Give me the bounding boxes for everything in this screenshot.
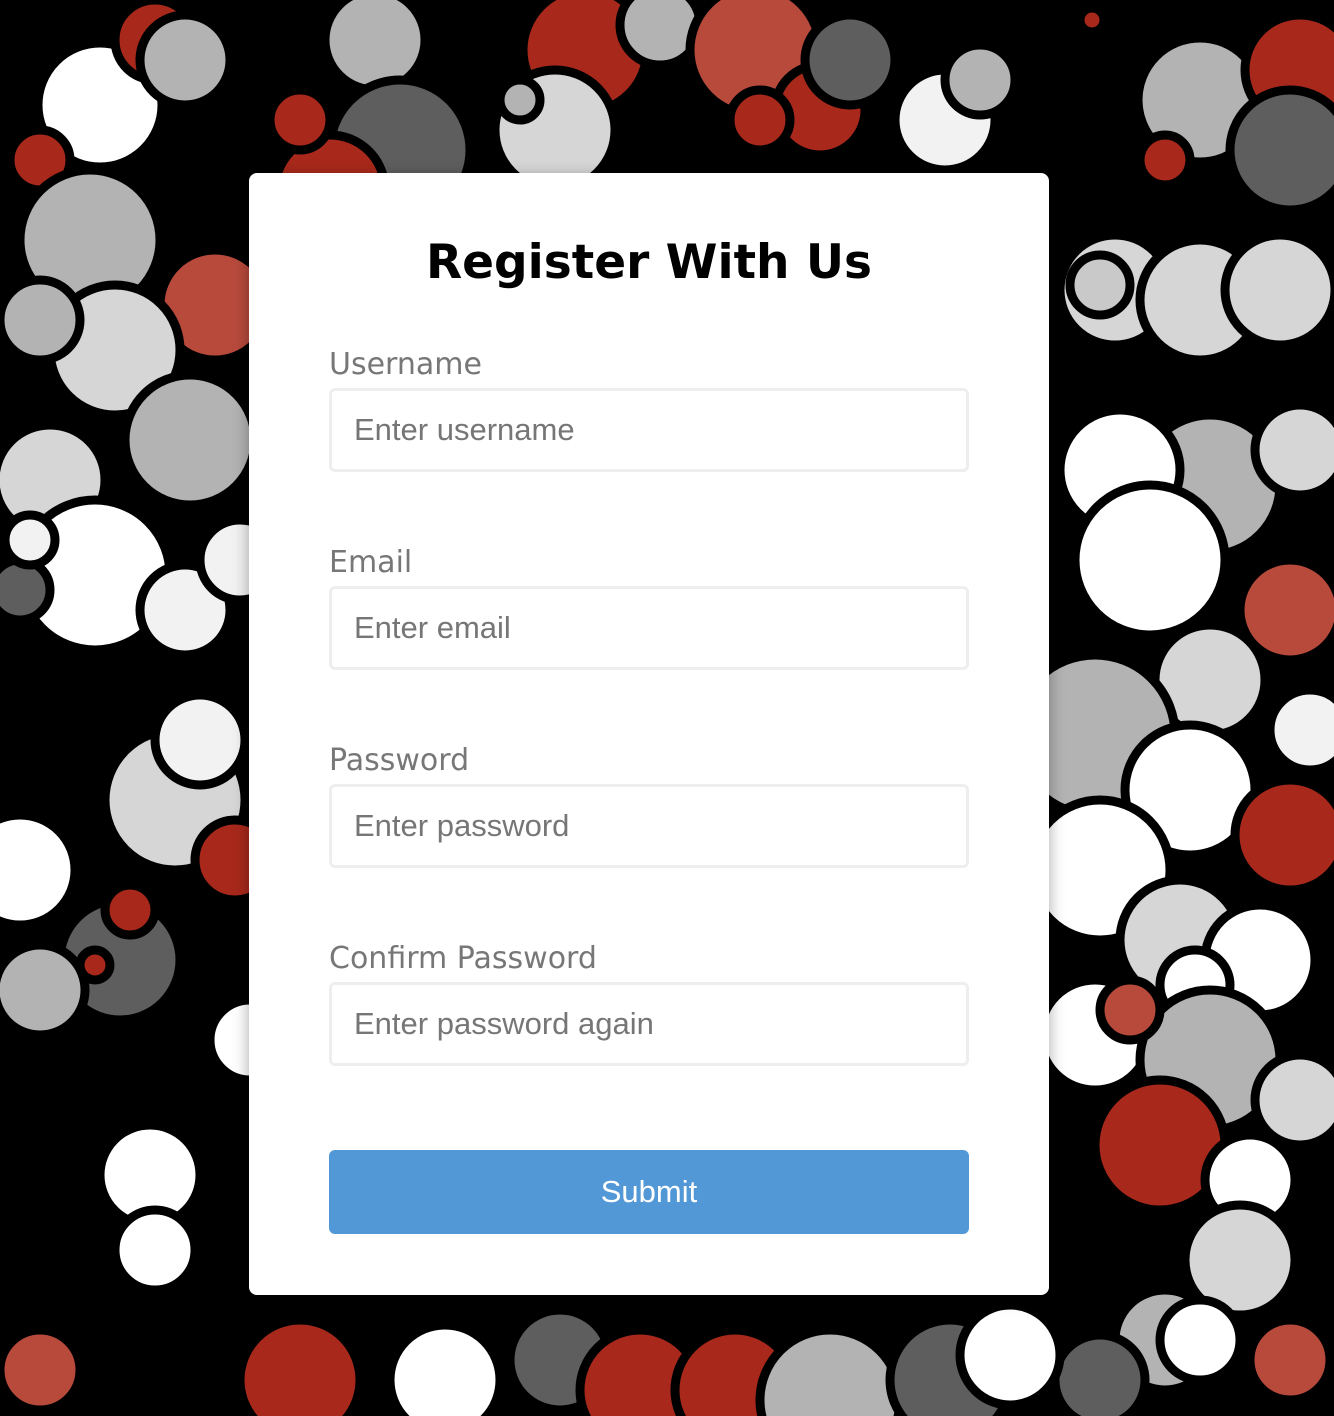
bubble: [1135, 130, 1195, 190]
bubble: [1225, 85, 1334, 215]
email-input[interactable]: [329, 586, 969, 670]
bubble: [725, 85, 795, 155]
bubble: [235, 1315, 365, 1416]
bubble: [800, 10, 900, 110]
bubble: [0, 275, 85, 365]
confirm-password-input[interactable]: [329, 982, 969, 1066]
bubble: [0, 810, 80, 930]
bubble: [1250, 400, 1334, 500]
bubble: [385, 1320, 505, 1416]
email-label: Email: [329, 545, 413, 580]
registration-card: Register With Us Username Email Password…: [249, 173, 1049, 1295]
confirm-password-field-group: Confirm Password: [329, 937, 969, 1066]
username-field-group: Username: [329, 343, 969, 472]
bubble: [495, 75, 545, 125]
bubble: [100, 880, 160, 940]
password-input[interactable]: [329, 784, 969, 868]
bubble: [1155, 1295, 1245, 1385]
password-label: Password: [329, 743, 470, 778]
bubble: [0, 940, 90, 1040]
bubble: [265, 85, 335, 155]
bubble: [110, 1205, 200, 1295]
confirm-password-label: Confirm Password: [329, 941, 597, 976]
username-label: Username: [329, 347, 482, 382]
bubble: [1245, 1315, 1334, 1405]
bubble: [150, 690, 250, 790]
bubble: [75, 945, 115, 985]
bubble: [1265, 685, 1334, 775]
bubble: [1075, 3, 1109, 37]
bubble: [1250, 1050, 1334, 1150]
bubble: [0, 510, 60, 570]
username-input[interactable]: [329, 388, 969, 472]
page-title: Register With Us: [425, 235, 873, 290]
bubble: [120, 370, 260, 510]
bubble: [0, 1325, 85, 1415]
bubble: [1050, 1330, 1150, 1416]
password-field-group: Password: [329, 739, 969, 868]
bubble: [1065, 250, 1135, 320]
bubble: [955, 1300, 1065, 1410]
submit-button[interactable]: Submit: [329, 1150, 969, 1234]
bubble: [1230, 775, 1334, 895]
bubble: [940, 40, 1020, 120]
email-field-group: Email: [329, 541, 969, 670]
bubble: [135, 10, 235, 110]
bubble: [1220, 230, 1334, 350]
bubble: [1095, 975, 1165, 1045]
bubble: [1070, 480, 1230, 640]
bubble: [755, 1325, 905, 1416]
